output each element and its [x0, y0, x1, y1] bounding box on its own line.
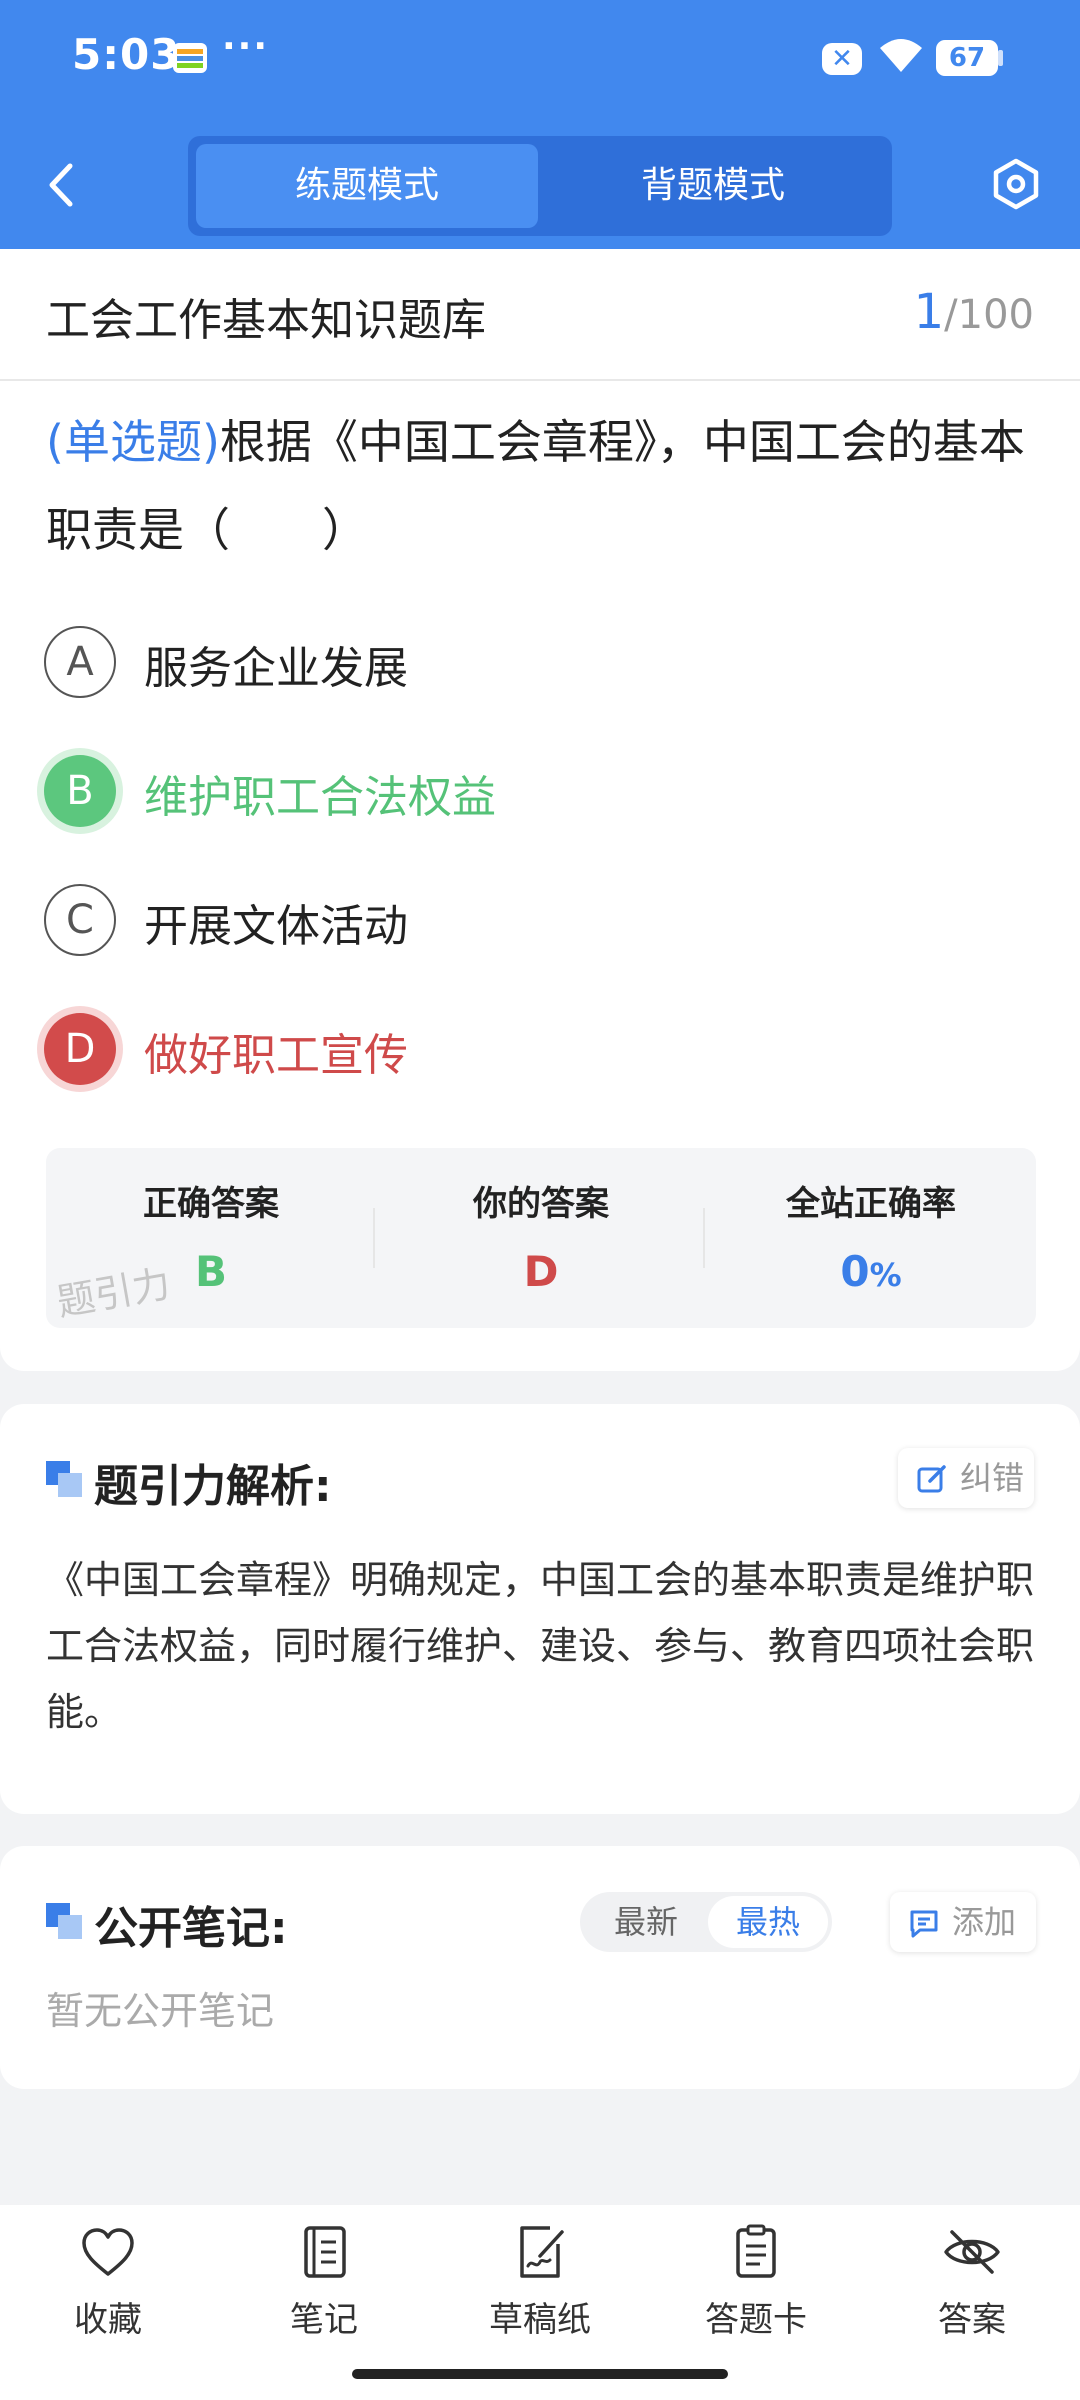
option-letter: A — [44, 626, 116, 698]
your-answer-label: 你的答案 — [473, 1184, 609, 1224]
divider — [373, 1208, 375, 1268]
favorite-label: 收藏 — [74, 2300, 142, 2340]
notes-label: 笔记 — [290, 2300, 358, 2340]
current-question-number: 1 — [913, 284, 945, 340]
question-type: (单选题) — [46, 415, 220, 469]
back-arrow-icon[interactable] — [42, 160, 82, 210]
option-text: 开展文体活动 — [144, 901, 408, 952]
tab-practice-mode[interactable]: 练题模式 — [196, 144, 538, 228]
option-letter: C — [44, 884, 116, 956]
answer-card-label: 答题卡 — [705, 2300, 807, 2340]
public-notes-card — [0, 1846, 1080, 2089]
status-bar: 5:03 ··· ✕ 67 — [0, 0, 1080, 118]
status-time: 5:03 — [72, 30, 181, 79]
comment-icon — [910, 1910, 938, 1938]
question-bank-title: 工会工作基本知识题库 — [46, 295, 486, 346]
settings-icon[interactable] — [990, 158, 1042, 210]
option-d[interactable]: D 做好职工宣传 — [44, 1009, 944, 1089]
divider — [703, 1208, 705, 1268]
battery-tip — [998, 50, 1003, 66]
question-progress: 1/100 — [914, 284, 1034, 340]
option-letter: D — [44, 1013, 116, 1085]
option-a[interactable]: A 服务企业发展 — [44, 622, 944, 702]
edit-icon — [917, 1465, 946, 1493]
analysis-text: 《中国工会章程》明确规定，中国工会的基本职责是维护职工合法权益，同时履行维护、建… — [46, 1558, 1035, 1734]
your-answer-value: D — [523, 1247, 559, 1296]
empty-notes-text: 暂无公开笔记 — [46, 1989, 275, 2033]
question-text: (单选题)根据《中国工会章程》，中国工会的基本职责是（ ） — [46, 398, 1046, 574]
option-letter: B — [44, 755, 116, 827]
answer-card-icon — [736, 2224, 776, 2278]
your-answer-block: 你的答案 D — [376, 1176, 706, 1296]
total-questions: /100 — [944, 292, 1034, 338]
show-answer-button[interactable]: 答案 — [892, 2222, 1052, 2341]
option-text: 做好职工宣传 — [144, 1030, 408, 1081]
divider — [0, 379, 1080, 381]
favorite-button[interactable]: 收藏 — [28, 2222, 188, 2341]
show-answer-label: 答案 — [938, 2300, 1006, 2340]
option-b[interactable]: B 维护职工合法权益 — [44, 751, 944, 831]
public-notes-title: 公开笔记: — [94, 1903, 288, 1954]
site-accuracy-label: 全站正确率 — [786, 1184, 956, 1224]
accuracy-number: 0 — [840, 1247, 870, 1296]
add-note-button[interactable]: 添加 — [890, 1892, 1036, 1952]
section-icon — [46, 1461, 82, 1497]
notes-button[interactable]: 笔记 — [244, 2222, 404, 2341]
tab-memorize-mode[interactable]: 背题模式 — [542, 144, 884, 228]
x-app-icon: ✕ — [822, 43, 862, 75]
more-notifications-icon: ··· — [222, 26, 270, 67]
option-text: 维护职工合法权益 — [144, 772, 496, 823]
mode-switch: 练题模式 背题模式 — [188, 136, 892, 236]
sort-hottest[interactable]: 最热 — [708, 1896, 828, 1948]
site-accuracy-block: 全站正确率 0% — [706, 1176, 1036, 1296]
draft-icon — [520, 2226, 564, 2278]
notes-sort-toggle: 最新 最热 — [580, 1892, 832, 1952]
add-note-label: 添加 — [952, 1903, 1017, 1941]
draft-paper-button[interactable]: 草稿纸 — [460, 2222, 620, 2341]
analysis-title: 题引力解析: — [94, 1461, 332, 1512]
wifi-icon — [880, 39, 922, 72]
report-error-button[interactable]: 纠错 — [898, 1448, 1034, 1508]
option-c[interactable]: C 开展文体活动 — [44, 880, 944, 960]
wallet-app-icon — [173, 43, 207, 73]
report-error-label: 纠错 — [960, 1459, 1025, 1497]
answer-summary: 正确答案 B 你的答案 D 全站正确率 0% — [46, 1148, 1036, 1328]
draft-paper-label: 草稿纸 — [489, 2300, 591, 2340]
eye-off-icon — [944, 2230, 1000, 2274]
option-text: 服务企业发展 — [144, 643, 408, 694]
answer-card-button[interactable]: 答题卡 — [676, 2222, 836, 2341]
section-icon — [46, 1903, 82, 1939]
battery-icon: 67 — [936, 40, 998, 76]
notebook-icon — [304, 2226, 346, 2278]
home-indicator[interactable] — [352, 2369, 728, 2379]
accuracy-unit: % — [869, 1256, 902, 1294]
site-accuracy-value: 0% — [706, 1247, 1036, 1296]
sort-latest[interactable]: 最新 — [586, 1896, 706, 1948]
correct-answer-label: 正确答案 — [143, 1184, 279, 1224]
heart-icon — [82, 2228, 134, 2276]
